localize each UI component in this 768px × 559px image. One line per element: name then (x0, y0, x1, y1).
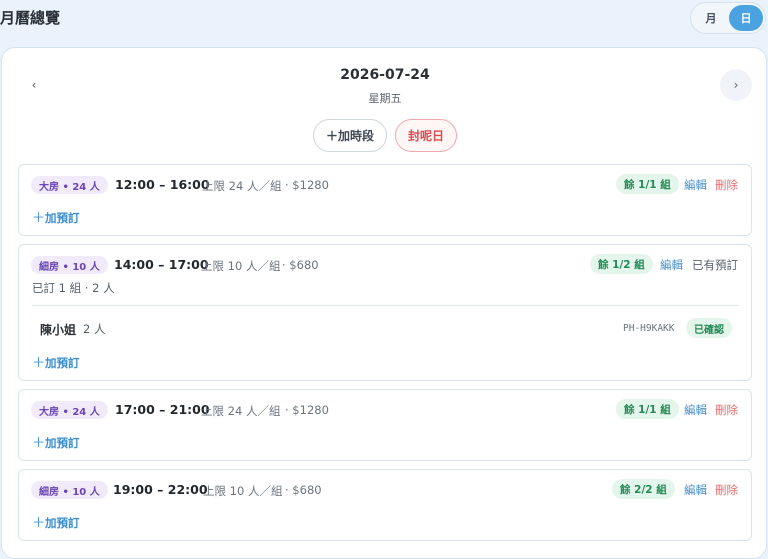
edit-slot-link[interactable]: 編輯 (684, 402, 707, 418)
room-badge: 大房 • 24 人 (31, 176, 108, 194)
add-booking-link[interactable]: ＋加預訂 (32, 512, 80, 531)
slot-price: · $1280 (285, 178, 329, 192)
view-toggle: 月 日 (690, 2, 766, 34)
add-booking-link[interactable]: ＋加預訂 (32, 207, 80, 226)
slot-capacity: 上限 24 人／組 (201, 404, 281, 418)
slot-card: 大房 • 24 人 12:00 – 16:00 上限 24 人／組 · $128… (18, 164, 752, 236)
edit-slot-link[interactable]: 編輯 (684, 177, 707, 193)
guest-name: 陳小姐 (40, 323, 77, 337)
booked-note: 已有預訂 (692, 258, 738, 272)
page-title: 月曆總覽 (0, 9, 61, 27)
current-date: 2026-07-24 (340, 67, 430, 83)
toggle-month-button[interactable]: 月 (694, 5, 728, 31)
remaining-badge: 餘 1/2 組 (590, 254, 653, 274)
slot-capacity: 上限 10 人／組 (201, 259, 281, 273)
slot-capacity: 上限 24 人／組 (202, 179, 282, 193)
slot-card: 細房 • 10 人 14:00 – 17:00 上限 10 人／組 · $680… (18, 244, 752, 381)
toggle-day-button[interactable]: 日 (729, 5, 763, 31)
room-badge: 細房 • 10 人 (31, 481, 108, 499)
plus-icon: ＋ (32, 516, 46, 531)
slot-time: 14:00 – 17:00 (114, 257, 209, 272)
room-badge: 細房 • 10 人 (31, 256, 108, 274)
delete-slot-link[interactable]: 刪除 (715, 402, 738, 418)
booking-code: PH-H9KAKK (623, 323, 675, 334)
plus-icon: ＋ (32, 356, 46, 371)
slot-price: · $680 (282, 258, 319, 272)
close-day-button[interactable]: 封呢日 (395, 119, 457, 152)
slot-time: 12:00 – 16:00 (115, 177, 210, 192)
guest-count: 2 人 (83, 322, 106, 336)
delete-slot-link[interactable]: 刪除 (715, 482, 738, 498)
confirmed-badge: 已確認 (686, 318, 732, 338)
slot-time: 19:00 – 22:00 (113, 482, 208, 497)
remaining-badge: 餘 1/1 組 (616, 399, 679, 419)
edit-slot-link[interactable]: 編輯 (684, 482, 707, 498)
current-weekday: 星期五 (368, 92, 402, 105)
plus-icon: ＋ (32, 211, 46, 226)
add-booking-link[interactable]: ＋加預訂 (32, 432, 80, 451)
add-booking-link[interactable]: ＋加預訂 (32, 352, 80, 371)
slot-price: · $680 (285, 483, 322, 497)
room-badge: 大房 • 24 人 (31, 401, 108, 419)
day-panel: ‹ › 2026-07-24 星期五 ＋加時段 封呢日 大房 • 24 人 12… (1, 47, 767, 559)
add-slot-button[interactable]: ＋加時段 (313, 119, 387, 152)
slot-card: 細房 • 10 人 19:00 – 22:00 上限 10 人／組 · $680… (18, 469, 752, 541)
remaining-badge: 餘 2/2 組 (612, 479, 675, 499)
slot-capacity: 上限 10 人／組 (203, 484, 283, 498)
edit-slot-link[interactable]: 編輯 (660, 257, 683, 273)
slot-time: 17:00 – 21:00 (115, 402, 210, 417)
delete-slot-link[interactable]: 刪除 (715, 177, 738, 193)
slot-card: 大房 • 24 人 17:00 – 21:00 上限 24 人／組 · $128… (18, 389, 752, 461)
booking-summary: 已訂 1 組 · 2 人 (32, 281, 115, 295)
remaining-badge: 餘 1/1 組 (616, 174, 679, 194)
plus-icon: ＋ (32, 436, 46, 451)
divider (32, 305, 739, 306)
slot-price: · $1280 (285, 403, 329, 417)
